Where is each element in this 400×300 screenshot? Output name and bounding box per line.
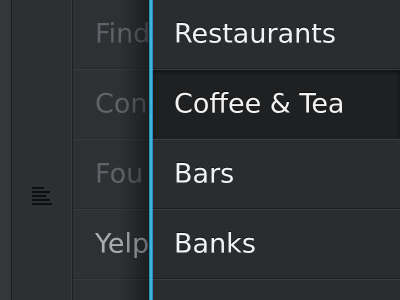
list-item-label: Yelp [95, 228, 150, 260]
list-item-label: Find [95, 18, 151, 50]
app-screen: Find Con Fou Yelp Restaurants Coffee & T… [0, 0, 400, 300]
edge-strip [0, 0, 12, 300]
category-item-bars[interactable]: Bars [153, 140, 400, 209]
category-drawer: Restaurants Coffee & Tea Bars Banks [153, 0, 400, 300]
list-item[interactable]: Fou [73, 140, 153, 209]
category-label: Banks [174, 228, 256, 260]
toolbar-column [12, 0, 73, 300]
category-item-coffee-tea[interactable]: Coffee & Tea [153, 70, 400, 139]
category-label: Restaurants [174, 18, 336, 50]
background-list: Find Con Fou Yelp [73, 0, 153, 300]
category-item-banks[interactable]: Banks [153, 210, 400, 279]
list-icon[interactable] [32, 186, 52, 206]
list-item-label: Fou [95, 158, 144, 190]
category-label: Bars [174, 158, 235, 190]
list-item-label: Con [95, 88, 148, 120]
category-label: Coffee & Tea [174, 88, 345, 120]
category-item-restaurants[interactable]: Restaurants [153, 0, 400, 69]
list-item[interactable]: Find [73, 0, 153, 69]
list-item[interactable]: Con [73, 70, 153, 139]
list-item[interactable]: Yelp [73, 210, 153, 279]
